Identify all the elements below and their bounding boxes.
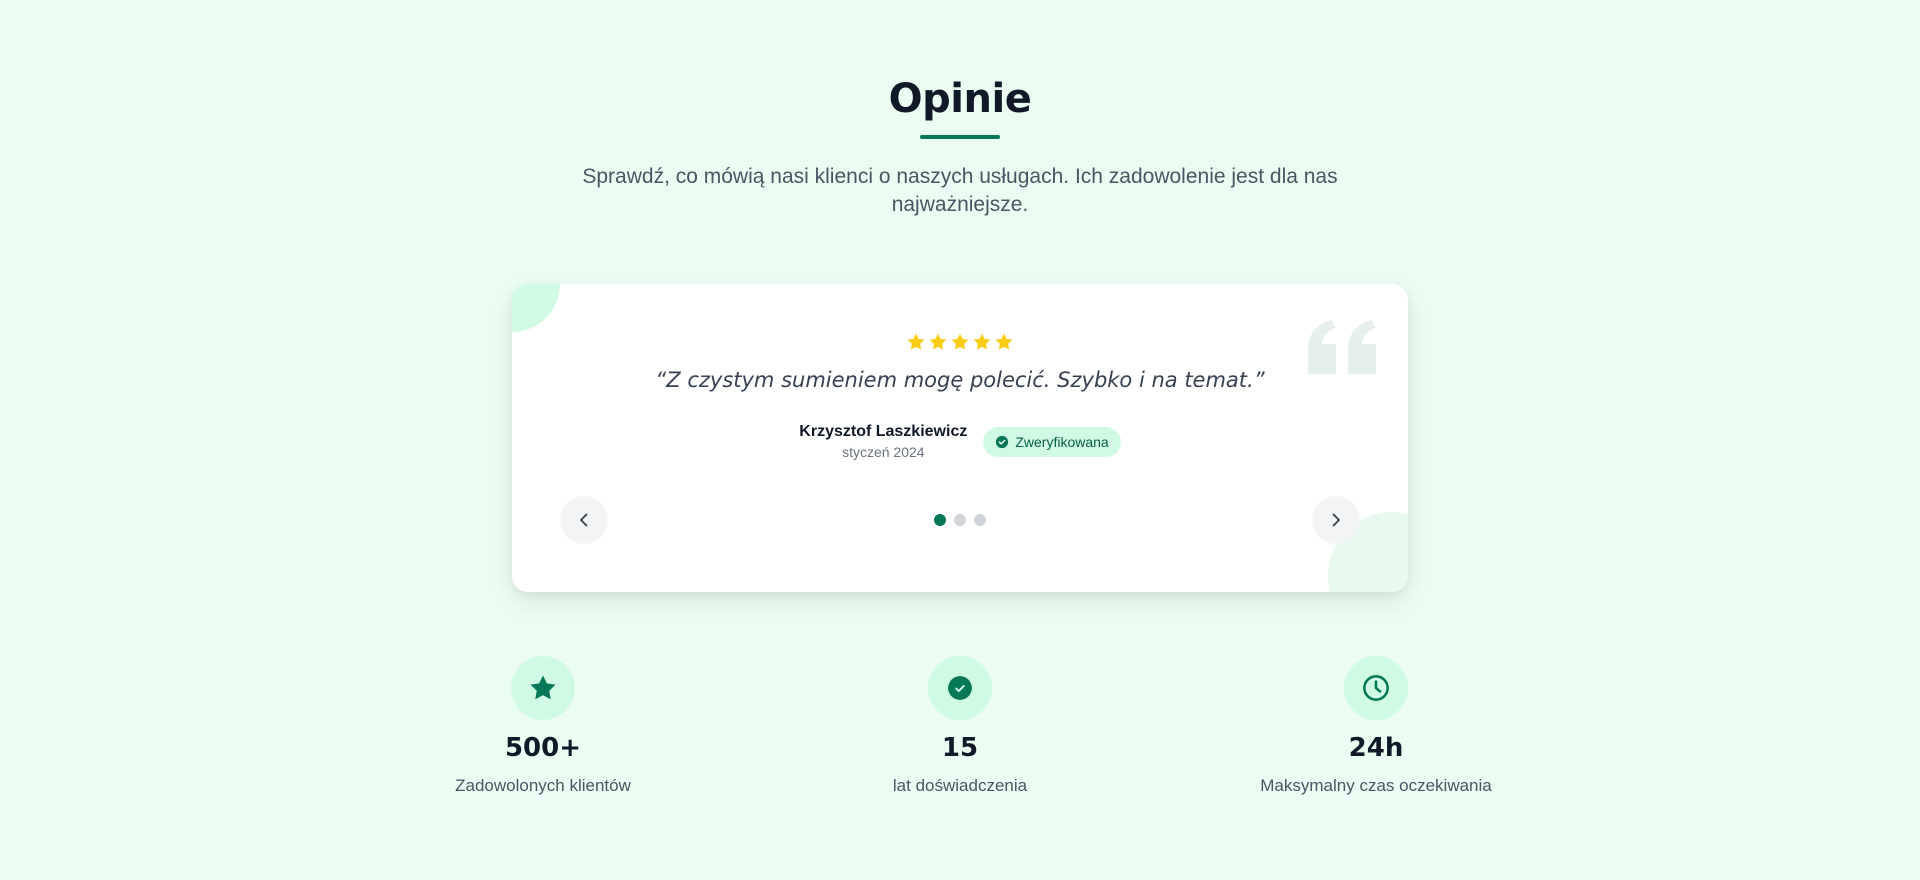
decorative-circle-top-left bbox=[512, 284, 560, 332]
star-icon bbox=[995, 333, 1013, 350]
title-underline bbox=[920, 135, 1000, 139]
stat-value: 24h bbox=[1348, 733, 1404, 763]
stat-clients: 500+ Zadowolonych klientów bbox=[343, 656, 743, 798]
check-circle-icon bbox=[996, 435, 1009, 449]
stat-icon-circle bbox=[928, 656, 992, 720]
stat-label: Maksymalny czas oczekiwania bbox=[1260, 776, 1492, 795]
carousel-dot-3[interactable] bbox=[974, 514, 986, 526]
carousel-dot-1[interactable] bbox=[934, 514, 946, 526]
rating-stars bbox=[512, 332, 1408, 352]
testimonial-card: “Z czystym sumieniem mogę polecić. Szybk… bbox=[512, 284, 1408, 592]
star-icon bbox=[530, 675, 556, 700]
next-button[interactable] bbox=[1312, 496, 1360, 544]
author-row: Krzysztof Laszkiewicz styczeń 2024 Zwery… bbox=[512, 422, 1408, 462]
stat-wait-time: 24h Maksymalny czas oczekiwania bbox=[1176, 656, 1576, 798]
star-icon bbox=[951, 333, 969, 350]
stat-icon-circle bbox=[511, 656, 575, 720]
review-date: styczeń 2024 bbox=[842, 444, 925, 460]
stat-label: lat doświadczenia bbox=[892, 776, 1028, 795]
star-icon bbox=[973, 333, 991, 350]
stat-value: 15 bbox=[941, 733, 979, 763]
check-circle-icon bbox=[948, 676, 972, 700]
star-icon bbox=[907, 333, 925, 350]
carousel-dots bbox=[512, 514, 1408, 526]
chevron-right-icon bbox=[1332, 513, 1340, 527]
verified-label: Zweryfikowana bbox=[1015, 434, 1109, 450]
author-name: Krzysztof Laszkiewicz bbox=[799, 423, 968, 440]
stat-label: Zadowolonych klientów bbox=[455, 776, 631, 795]
testimonial-quote: “Z czystym sumieniem mogę polecić. Szybk… bbox=[655, 368, 1265, 392]
star-icon bbox=[929, 333, 947, 350]
stat-icon-circle bbox=[1344, 656, 1408, 720]
section-title: Opinie bbox=[888, 76, 1032, 122]
author-info: Krzysztof Laszkiewicz styczeń 2024 bbox=[799, 422, 967, 462]
verified-badge: Zweryfikowana bbox=[983, 427, 1121, 457]
stat-experience: 15 lat doświadczenia bbox=[760, 656, 1160, 798]
section-subtitle: Sprawdź, co mówią nasi klienci o naszych… bbox=[582, 165, 1338, 216]
carousel-dot-2[interactable] bbox=[954, 514, 966, 526]
stat-value: 500+ bbox=[504, 733, 582, 763]
clock-icon bbox=[1363, 675, 1389, 701]
